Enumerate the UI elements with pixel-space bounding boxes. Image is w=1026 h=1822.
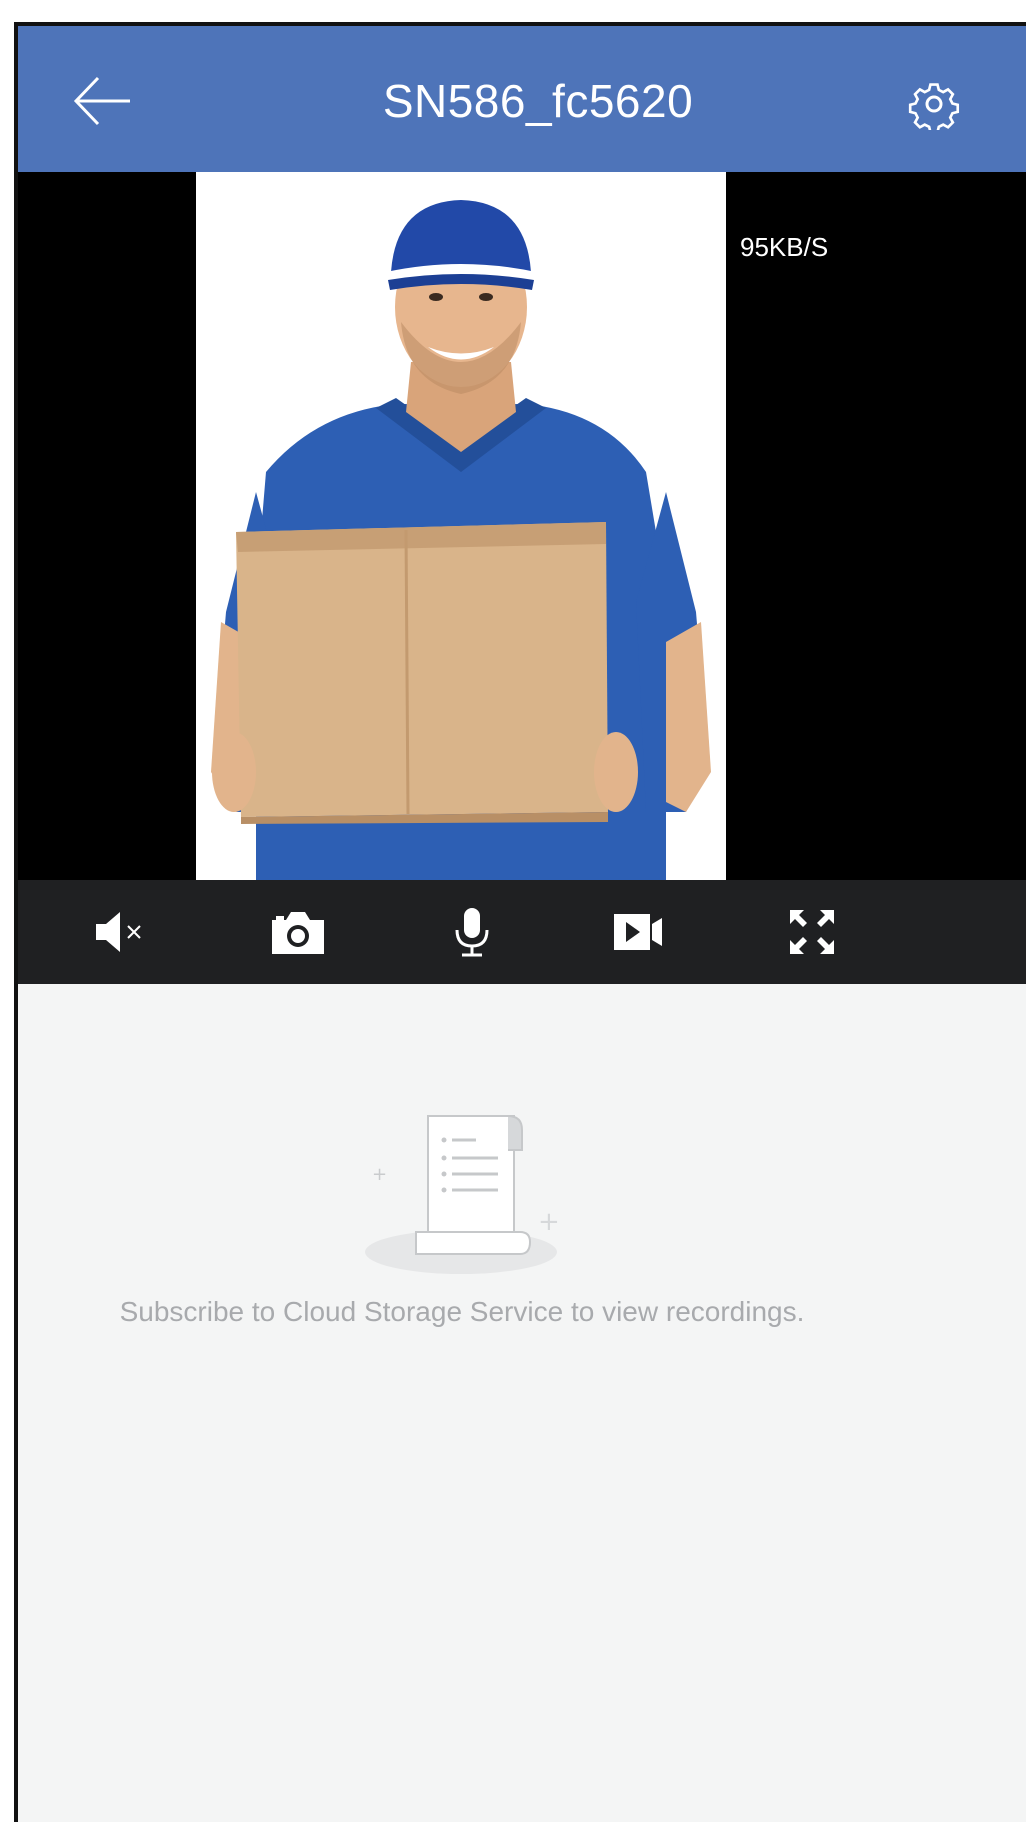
mute-button[interactable]: [90, 904, 150, 960]
video-record-icon: [614, 914, 662, 950]
app-screen: SN586_fc5620 95KB/S + + Subscribe to Clo…: [14, 22, 1026, 1822]
bitrate-label: 95KB/S: [740, 232, 829, 262]
back-button[interactable]: [68, 66, 138, 136]
delivery-person-image: [196, 172, 726, 880]
fullscreen-button[interactable]: [782, 904, 842, 960]
svg-text:+: +: [372, 1164, 387, 1185]
cloud-storage-panel: + + Subscribe to Cloud Storage Service t…: [18, 984, 1026, 1822]
receipt-scroll-icon: + +: [365, 1115, 560, 1274]
talk-button[interactable]: [442, 904, 502, 960]
camera-icon: [272, 912, 324, 954]
settings-button[interactable]: [908, 78, 960, 134]
subscribe-message: Subscribe to Cloud Storage Service to vi…: [119, 1296, 805, 1327]
live-video[interactable]: 95KB/S: [18, 172, 1026, 880]
snapshot-button[interactable]: [268, 904, 328, 960]
empty-state-illustration: + +: [358, 1104, 578, 1274]
gear-icon: [908, 83, 960, 134]
speaker-muted-icon: [96, 912, 141, 952]
top-bar: SN586_fc5620: [18, 26, 1026, 172]
fullscreen-icon: [790, 910, 834, 954]
video-feed: [196, 172, 726, 880]
record-button[interactable]: [608, 904, 668, 960]
svg-text:+: +: [538, 1207, 560, 1237]
arrow-left-icon: [73, 76, 130, 126]
control-bar: [18, 880, 1026, 984]
page-title: SN586_fc5620: [382, 75, 694, 127]
microphone-icon: [455, 908, 489, 957]
